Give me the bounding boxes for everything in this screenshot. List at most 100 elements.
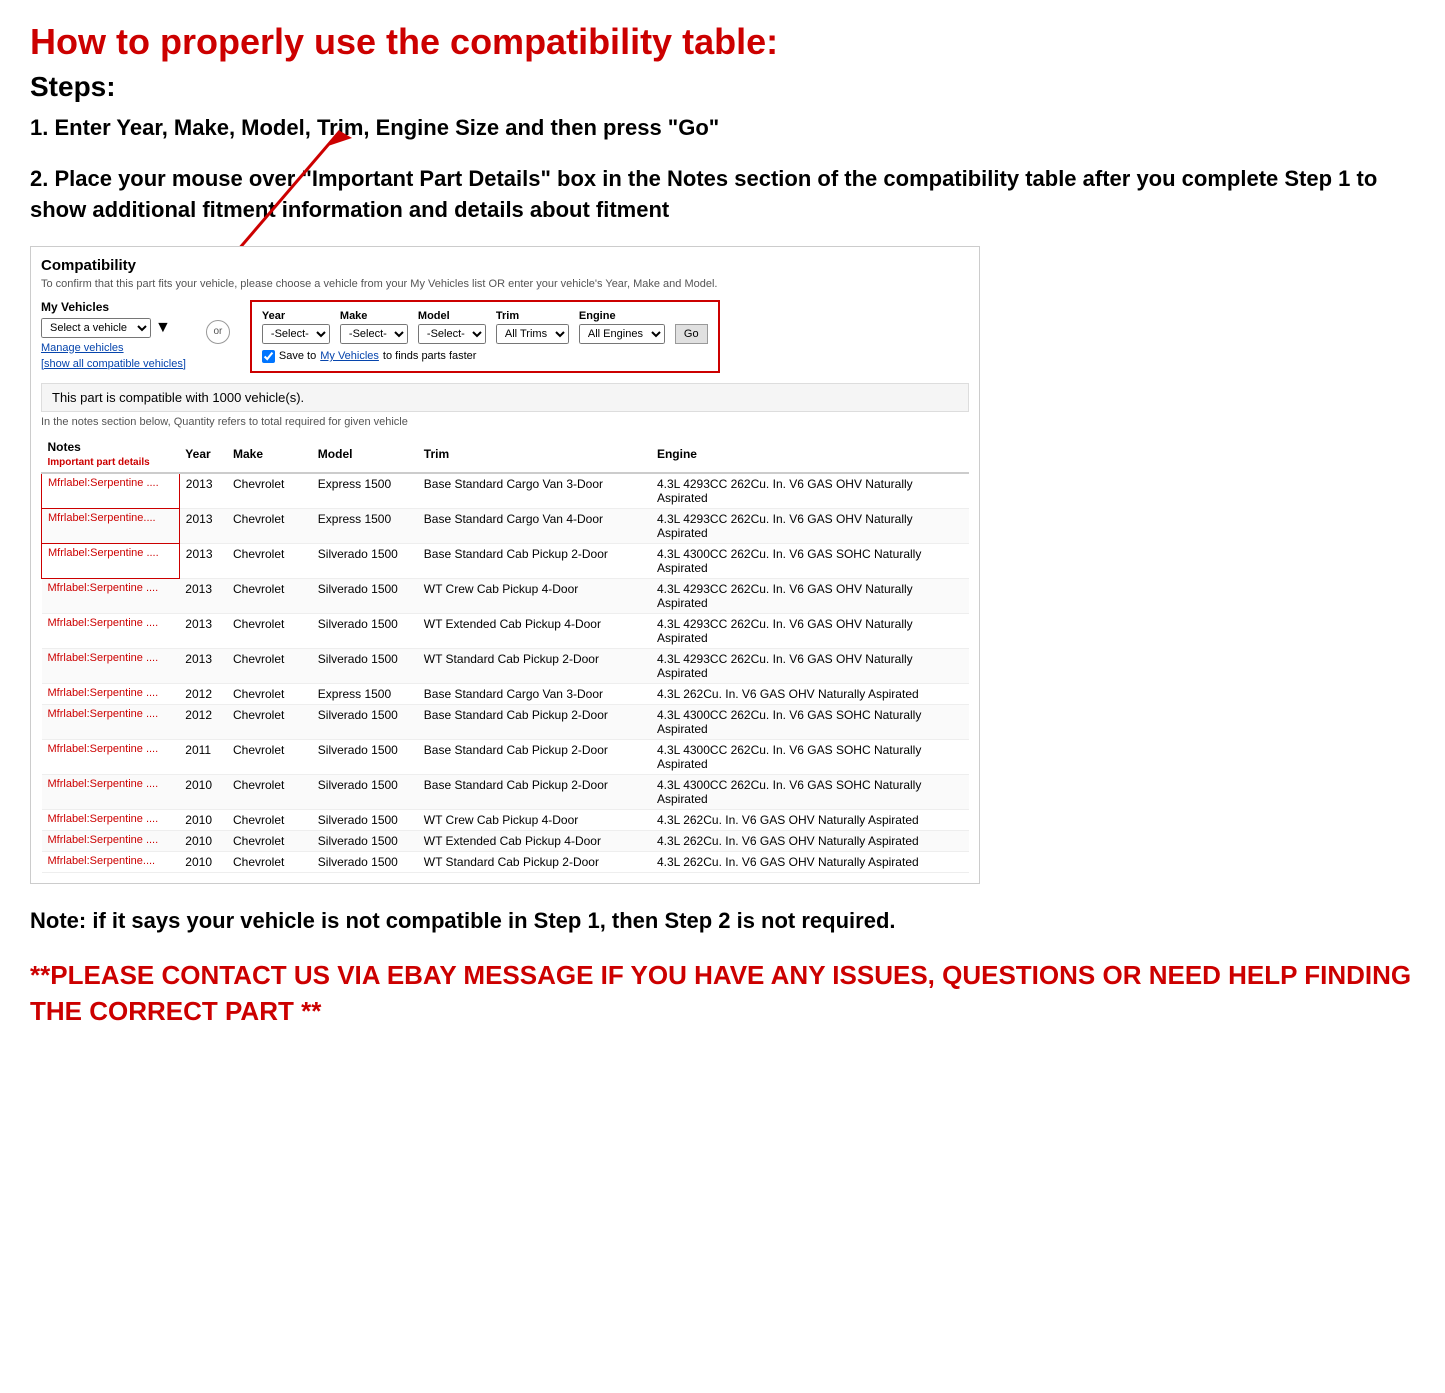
table-row: Mfrlabel:Serpentine....2013ChevroletExpr… xyxy=(42,508,970,543)
trim-cell: WT Standard Cab Pickup 2-Door xyxy=(418,648,651,683)
trim-select[interactable]: All Trims xyxy=(496,324,569,344)
step2-text: 2. Place your mouse over "Important Part… xyxy=(30,164,1415,226)
table-row: Mfrlabel:Serpentine ....2010ChevroletSil… xyxy=(42,830,970,851)
trim-cell: Base Standard Cargo Van 4-Door xyxy=(418,508,651,543)
trim-cell: Base Standard Cargo Van 3-Door xyxy=(418,473,651,509)
notes-cell: Mfrlabel:Serpentine .... xyxy=(42,809,180,830)
compatibility-subtitle: To confirm that this part fits your vehi… xyxy=(41,278,969,290)
note-text: Note: if it says your vehicle is not com… xyxy=(30,904,1415,937)
table-row: Mfrlabel:Serpentine ....2012ChevroletSil… xyxy=(42,704,970,739)
engine-cell: 4.3L 262Cu. In. V6 GAS OHV Naturally Asp… xyxy=(651,683,969,704)
model-cell: Silverado 1500 xyxy=(312,739,418,774)
table-row: Mfrlabel:Serpentine ....2011ChevroletSil… xyxy=(42,739,970,774)
notes-cell: Mfrlabel:Serpentine .... xyxy=(42,613,180,648)
engine-select[interactable]: All Engines xyxy=(579,324,665,344)
make-cell: Chevrolet xyxy=(227,648,312,683)
table-row: Mfrlabel:Serpentine ....2010ChevroletSil… xyxy=(42,809,970,830)
compatibility-box: Compatibility To confirm that this part … xyxy=(30,246,980,884)
model-cell: Silverado 1500 xyxy=(312,543,418,578)
model-cell: Silverado 1500 xyxy=(312,774,418,809)
trim-cell: Base Standard Cab Pickup 2-Door xyxy=(418,774,651,809)
step1-text: 1. Enter Year, Make, Model, Trim, Engine… xyxy=(30,113,1415,144)
trim-field: Trim All Trims xyxy=(496,310,569,344)
notes-cell: Mfrlabel:Serpentine .... xyxy=(42,578,180,613)
notes-cell: Mfrlabel:Serpentine .... xyxy=(42,648,180,683)
notes-cell: Mfrlabel:Serpentine .... xyxy=(42,543,180,578)
engine-cell: 4.3L 4300CC 262Cu. In. V6 GAS SOHC Natur… xyxy=(651,543,969,578)
year-cell: 2013 xyxy=(179,648,227,683)
year-cell: 2012 xyxy=(179,704,227,739)
engine-field: Engine All Engines xyxy=(579,310,665,344)
notes-cell: Mfrlabel:Serpentine .... xyxy=(42,830,180,851)
make-cell: Chevrolet xyxy=(227,704,312,739)
my-vehicles-save-link[interactable]: My Vehicles xyxy=(320,350,379,362)
year-cell: 2010 xyxy=(179,774,227,809)
trim-label: Trim xyxy=(496,310,569,322)
model-cell: Silverado 1500 xyxy=(312,851,418,872)
model-cell: Silverado 1500 xyxy=(312,830,418,851)
year-make-engine-section: Year -Select- Make -Select- Model xyxy=(250,300,720,373)
quantity-note: In the notes section below, Quantity ref… xyxy=(41,416,969,428)
table-row: Mfrlabel:Serpentine ....2012ChevroletExp… xyxy=(42,683,970,704)
table-row: Mfrlabel:Serpentine ....2013ChevroletSil… xyxy=(42,578,970,613)
col-header-engine: Engine xyxy=(651,436,969,473)
model-cell: Silverado 1500 xyxy=(312,578,418,613)
my-vehicles-label: My Vehicles xyxy=(41,300,186,314)
year-cell: 2013 xyxy=(179,508,227,543)
make-select[interactable]: -Select- xyxy=(340,324,408,344)
make-cell: Chevrolet xyxy=(227,578,312,613)
model-cell: Express 1500 xyxy=(312,473,418,509)
notes-cell: Mfrlabel:Serpentine .... xyxy=(42,739,180,774)
year-select[interactable]: -Select- xyxy=(262,324,330,344)
save-suffix: to finds parts faster xyxy=(383,350,477,362)
model-cell: Express 1500 xyxy=(312,508,418,543)
make-cell: Chevrolet xyxy=(227,830,312,851)
dropdown-arrow-icon: ▼ xyxy=(155,319,171,337)
make-cell: Chevrolet xyxy=(227,809,312,830)
notes-cell: Mfrlabel:Serpentine.... xyxy=(42,508,180,543)
col-header-trim: Trim xyxy=(418,436,651,473)
engine-cell: 4.3L 4300CC 262Cu. In. V6 GAS SOHC Natur… xyxy=(651,704,969,739)
year-cell: 2013 xyxy=(179,613,227,648)
make-field: Make -Select- xyxy=(340,310,408,344)
col-header-notes: Notes Important part details xyxy=(42,436,180,473)
make-cell: Chevrolet xyxy=(227,473,312,509)
save-checkbox[interactable] xyxy=(262,350,275,363)
notes-cell: Mfrlabel:Serpentine .... xyxy=(42,473,180,509)
col-header-model: Model xyxy=(312,436,418,473)
trim-cell: WT Extended Cab Pickup 4-Door xyxy=(418,613,651,648)
engine-cell: 4.3L 4293CC 262Cu. In. V6 GAS OHV Natura… xyxy=(651,578,969,613)
arrow-container: Compatibility To confirm that this part … xyxy=(30,246,980,884)
table-row: Mfrlabel:Serpentine ....2013ChevroletExp… xyxy=(42,473,970,509)
notes-cell: Mfrlabel:Serpentine .... xyxy=(42,683,180,704)
save-text: Save to xyxy=(279,350,316,362)
compatibility-table: Notes Important part details Year Make M… xyxy=(41,436,969,873)
go-button[interactable]: Go xyxy=(675,324,708,344)
year-cell: 2013 xyxy=(179,543,227,578)
main-title: How to properly use the compatibility ta… xyxy=(30,20,1415,63)
make-label: Make xyxy=(340,310,408,322)
notes-cell: Mfrlabel:Serpentine .... xyxy=(42,704,180,739)
year-label: Year xyxy=(262,310,330,322)
make-cell: Chevrolet xyxy=(227,613,312,648)
save-row: Save to My Vehicles to finds parts faste… xyxy=(262,350,708,363)
table-row: Mfrlabel:Serpentine ....2013ChevroletSil… xyxy=(42,648,970,683)
trim-cell: WT Crew Cab Pickup 4-Door xyxy=(418,578,651,613)
engine-cell: 4.3L 262Cu. In. V6 GAS OHV Naturally Asp… xyxy=(651,851,969,872)
trim-cell: WT Standard Cab Pickup 2-Door xyxy=(418,851,651,872)
table-row: Mfrlabel:Serpentine ....2013ChevroletSil… xyxy=(42,543,970,578)
compatibility-title: Compatibility xyxy=(41,257,969,274)
year-field: Year -Select- xyxy=(262,310,330,344)
table-row: Mfrlabel:Serpentine....2010ChevroletSilv… xyxy=(42,851,970,872)
col-header-year: Year xyxy=(179,436,227,473)
year-cell: 2011 xyxy=(179,739,227,774)
model-select[interactable]: -Select- xyxy=(418,324,486,344)
vehicle-select-dropdown[interactable]: Select a vehicle xyxy=(41,318,151,338)
model-cell: Silverado 1500 xyxy=(312,613,418,648)
manage-vehicles-link[interactable]: Manage vehicles xyxy=(41,342,186,354)
engine-cell: 4.3L 262Cu. In. V6 GAS OHV Naturally Asp… xyxy=(651,830,969,851)
show-all-link[interactable]: [show all compatible vehicles] xyxy=(41,358,186,370)
notes-cell: Mfrlabel:Serpentine .... xyxy=(42,774,180,809)
my-vehicles-section: My Vehicles Select a vehicle ▼ Manage ve… xyxy=(41,300,186,370)
model-cell: Silverado 1500 xyxy=(312,809,418,830)
